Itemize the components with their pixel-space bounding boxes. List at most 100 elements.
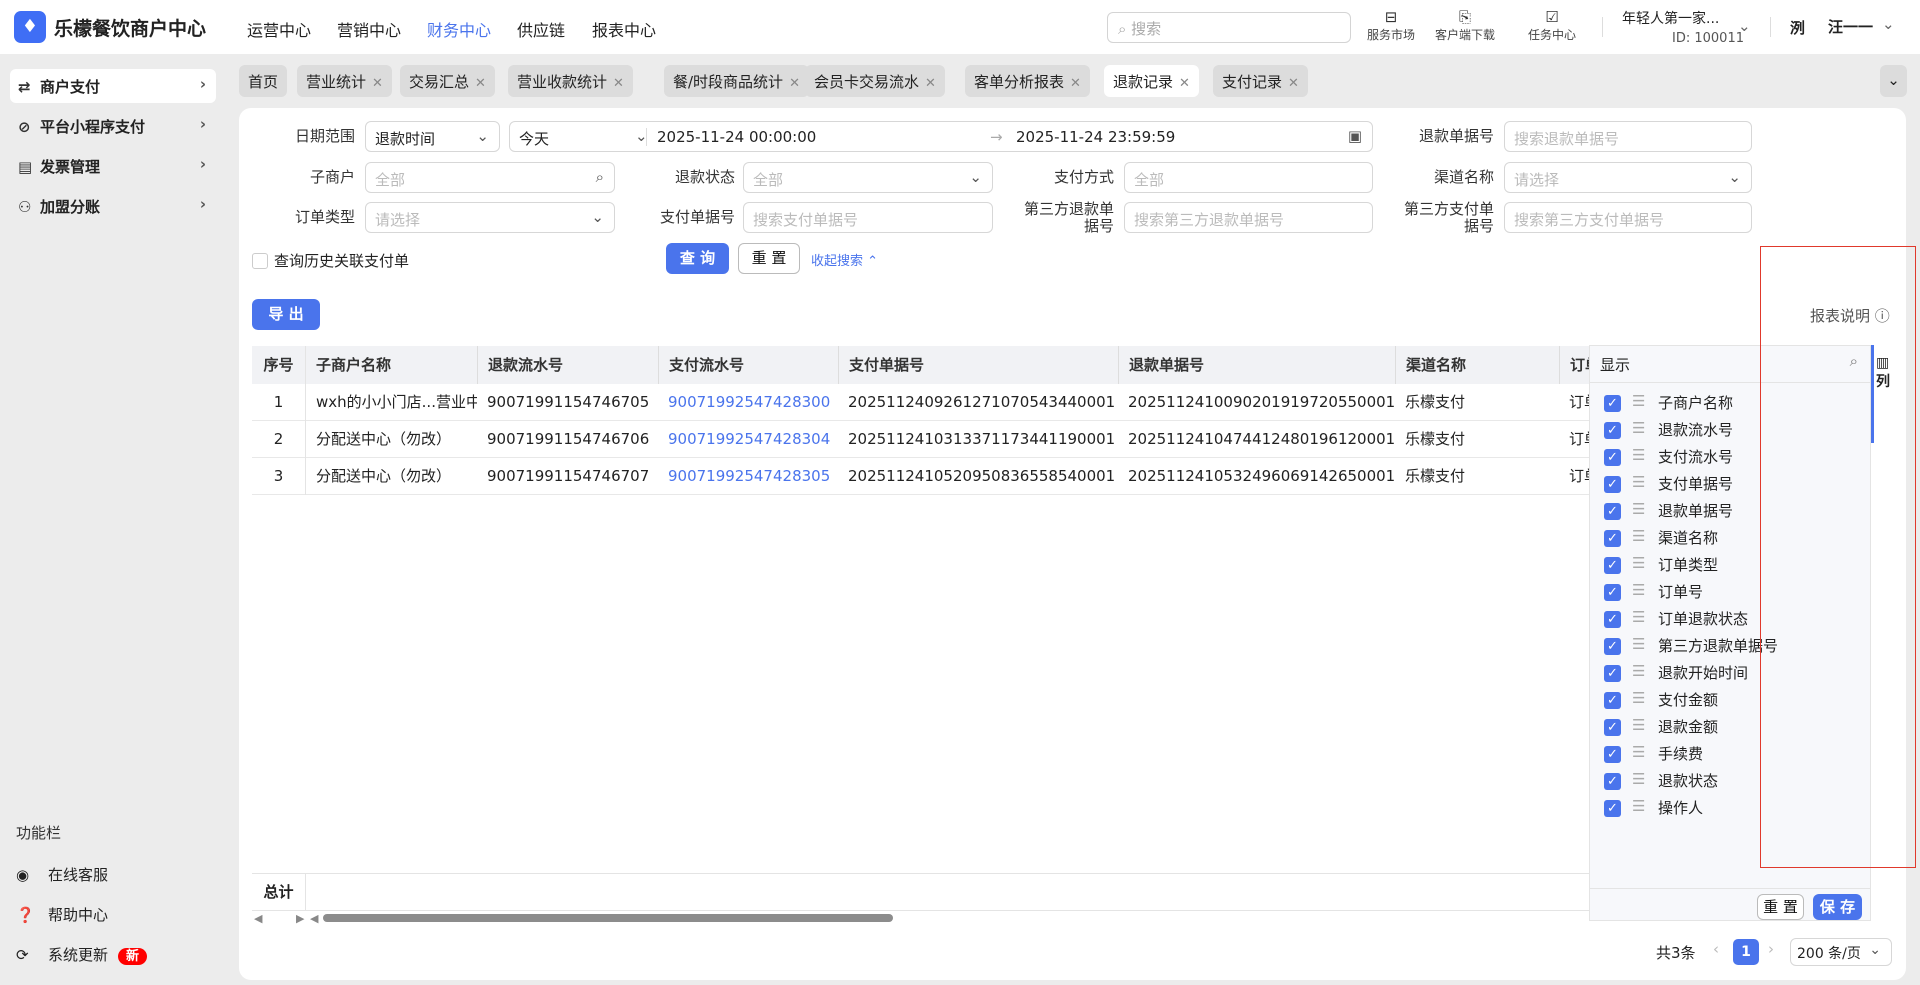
collapse-search-link[interactable]: 收起搜索 ⌃	[811, 250, 878, 269]
end-date[interactable]: 2025-11-24 23:59:59	[1016, 128, 1175, 146]
filter-input[interactable]: 搜索退款单据号	[1504, 121, 1752, 152]
column-header[interactable]: 序号	[252, 346, 306, 384]
nav-item[interactable]: 财务中心	[427, 17, 491, 41]
start-date[interactable]: 2025-11-24 00:00:00	[657, 128, 816, 146]
filter-input[interactable]: 搜索支付单据号	[743, 202, 993, 233]
checkbox-checked-icon[interactable]: ✓	[1604, 557, 1621, 574]
nav-item[interactable]: 供应链	[517, 17, 565, 41]
close-icon[interactable]: ✕	[372, 76, 383, 91]
close-icon[interactable]: ✕	[1070, 76, 1081, 91]
tab[interactable]: 营业统计 ✕	[297, 65, 392, 97]
drag-handle-icon[interactable]: ☰	[1632, 635, 1645, 653]
drag-handle-icon[interactable]: ☰	[1632, 743, 1645, 761]
checkbox-checked-icon[interactable]: ✓	[1604, 476, 1621, 493]
sidebar-bottom-item[interactable]: ⟳ 系统更新新	[16, 944, 148, 965]
checkbox-checked-icon[interactable]: ✓	[1604, 638, 1621, 655]
drag-handle-icon[interactable]: ☰	[1632, 554, 1645, 572]
checkbox-checked-icon[interactable]: ✓	[1604, 422, 1621, 439]
column-header[interactable]: 子商户名称	[306, 346, 477, 384]
close-icon[interactable]: ✕	[1179, 76, 1190, 91]
nav-item[interactable]: 营销中心	[337, 17, 401, 41]
report-note-link[interactable]: 报表说明 ⓘ	[1810, 305, 1890, 326]
page-1-button[interactable]: 1	[1733, 939, 1759, 965]
drag-handle-icon[interactable]: ☰	[1632, 797, 1645, 815]
reset-button[interactable]: 重 置	[738, 243, 800, 274]
scroll-left-icon[interactable]: ◀	[254, 912, 262, 925]
tab[interactable]: 会员卡交易流水 ✕	[805, 65, 945, 97]
search-input[interactable]: ⌕ 搜索	[1107, 12, 1351, 43]
tab[interactable]: 支付记录 ✕	[1213, 65, 1308, 97]
close-icon[interactable]: ✕	[475, 76, 486, 91]
filter-input[interactable]: 全部 ⌄	[743, 162, 993, 193]
tab[interactable]: 退款记录 ✕	[1104, 65, 1199, 97]
checkbox-checked-icon[interactable]: ✓	[1604, 665, 1621, 682]
checkbox-checked-icon[interactable]: ✓	[1604, 611, 1621, 628]
tabs-more-button[interactable]: ⌄	[1880, 65, 1907, 97]
drag-handle-icon[interactable]: ☰	[1632, 446, 1645, 464]
column-header[interactable]: 订单	[1559, 346, 1589, 384]
drag-handle-icon[interactable]: ☰	[1632, 419, 1645, 437]
sidebar-item[interactable]: ⇄ 商户支付 ›	[10, 69, 216, 103]
tool-0[interactable]: ⊟ 服务市场	[1356, 8, 1426, 43]
filter-input[interactable]: 全部	[1124, 162, 1373, 193]
chevron-down-icon[interactable]: ⌄	[1882, 15, 1895, 33]
column-header[interactable]: 支付流水号	[658, 346, 838, 384]
date-type-select[interactable]: 退款时间 ⌄	[365, 121, 500, 152]
tool-1[interactable]: ⎘ 客户端下载	[1430, 8, 1500, 43]
columns-tab[interactable]: ▥ 列	[1871, 345, 1893, 443]
chevron-down-icon[interactable]: ⌄	[1738, 17, 1751, 35]
drag-handle-icon[interactable]: ☰	[1632, 770, 1645, 788]
sidebar-item[interactable]: ▤ 发票管理 ›	[10, 149, 216, 183]
close-icon[interactable]: ✕	[1288, 76, 1299, 91]
checkbox-checked-icon[interactable]: ✓	[1604, 584, 1621, 601]
filter-input[interactable]: 搜索第三方支付单据号	[1504, 202, 1752, 233]
table-cell[interactable]: 90071992547428300	[658, 384, 838, 421]
sidebar-bottom-item[interactable]: ◉ 在线客服	[16, 864, 108, 885]
checkbox-checked-icon[interactable]: ✓	[1604, 746, 1621, 763]
column-header[interactable]: 退款单据号	[1118, 346, 1395, 384]
date-range-picker[interactable]: 今天 ⌄ 2025-11-24 00:00:00 → 2025-11-24 23:59:…	[509, 121, 1373, 152]
checkbox-checked-icon[interactable]: ✓	[1604, 773, 1621, 790]
sidebar-bottom-item[interactable]: ❓ 帮助中心	[16, 904, 108, 925]
sidebar-item[interactable]: ⚇ 加盟分账 ›	[10, 189, 216, 223]
column-save-button[interactable]: 保 存	[1813, 894, 1862, 920]
tab[interactable]: 营业收款统计 ✕	[508, 65, 633, 97]
horizontal-scrollbar[interactable]	[323, 914, 893, 922]
tool-2[interactable]: ☑ 任务中心	[1517, 8, 1587, 43]
checkbox-checked-icon[interactable]: ✓	[1604, 719, 1621, 736]
drag-handle-icon[interactable]: ☰	[1632, 608, 1645, 626]
checkbox-checked-icon[interactable]: ✓	[1604, 395, 1621, 412]
next-page-button[interactable]: ›	[1768, 940, 1774, 958]
drag-handle-icon[interactable]: ☰	[1632, 662, 1645, 680]
drag-handle-icon[interactable]: ☰	[1632, 689, 1645, 707]
tab[interactable]: 交易汇总 ✕	[400, 65, 495, 97]
tab[interactable]: 餐/时段商品统计 ✕	[664, 65, 809, 97]
search-icon[interactable]: ⌕	[1850, 352, 1858, 370]
column-header[interactable]: 渠道名称	[1395, 346, 1559, 384]
query-button[interactable]: 查 询	[666, 243, 729, 274]
column-header[interactable]: 支付单据号	[838, 346, 1118, 384]
close-icon[interactable]: ✕	[789, 76, 800, 91]
drag-handle-icon[interactable]: ☰	[1632, 500, 1645, 518]
drag-handle-icon[interactable]: ☰	[1632, 527, 1645, 545]
close-icon[interactable]: ✕	[925, 76, 936, 91]
table-cell[interactable]: 90071992547428304	[658, 421, 838, 458]
nav-item[interactable]: 运营中心	[247, 17, 311, 41]
checkbox-checked-icon[interactable]: ✓	[1604, 800, 1621, 817]
filter-input[interactable]: 请选择 ⌄	[1504, 162, 1752, 193]
scroll-right-icon[interactable]: ▶	[296, 912, 304, 925]
tab[interactable]: 客单分析报表 ✕	[965, 65, 1090, 97]
checkbox-checked-icon[interactable]: ✓	[1604, 692, 1621, 709]
tab[interactable]: 首页	[239, 65, 288, 97]
drag-handle-icon[interactable]: ☰	[1632, 581, 1645, 599]
close-icon[interactable]: ✕	[613, 76, 624, 91]
drag-handle-icon[interactable]: ☰	[1632, 392, 1645, 410]
avatar[interactable]: 洌	[1790, 17, 1805, 38]
nav-item[interactable]: 报表中心	[592, 17, 656, 41]
checkbox-checked-icon[interactable]: ✓	[1604, 530, 1621, 547]
history-checkbox[interactable]: 查询历史关联支付单	[252, 250, 409, 271]
drag-handle-icon[interactable]: ☰	[1632, 716, 1645, 734]
column-reset-button[interactable]: 重 置	[1757, 894, 1804, 920]
store-name[interactable]: 年轻人第一家...	[1622, 8, 1719, 28]
drag-handle-icon[interactable]: ☰	[1632, 473, 1645, 491]
